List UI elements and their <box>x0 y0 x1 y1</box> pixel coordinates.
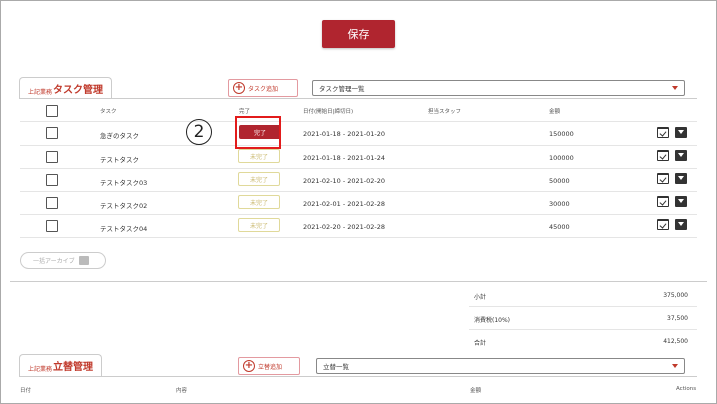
row-divider <box>20 237 697 238</box>
header-task: タスク <box>100 109 117 115</box>
task-date: 2021-02-10 - 2021-02-20 <box>303 177 386 185</box>
header-staff: 担当スタッフ <box>428 109 462 115</box>
row-checkbox[interactable] <box>46 220 58 232</box>
task-date: 2021-01-18 - 2021-01-20 <box>303 130 386 138</box>
tax-label: 消費税(10%) <box>474 317 511 324</box>
task-amount: 50000 <box>549 177 570 185</box>
archive-box-icon[interactable] <box>675 127 687 138</box>
archive-box-icon[interactable] <box>675 150 687 161</box>
section-divider <box>19 376 697 377</box>
caret-down-icon <box>672 86 678 90</box>
archive-box-icon <box>78 256 89 265</box>
add-expense-button[interactable]: + 立替追加 <box>238 357 300 375</box>
row-divider <box>20 145 697 146</box>
task-name: テストタスク <box>100 156 139 164</box>
row-divider <box>20 168 697 169</box>
section-divider <box>19 98 697 99</box>
task-amount: 100000 <box>549 154 574 162</box>
archive-box-icon[interactable] <box>675 173 687 184</box>
row-divider <box>20 191 697 192</box>
header-amount: 金額 <box>549 109 561 115</box>
calendar-check-icon[interactable] <box>657 150 669 161</box>
tax-value: 37,500 <box>667 315 688 322</box>
row-checkbox[interactable] <box>46 151 58 163</box>
summary-row-divider <box>469 329 697 330</box>
archive-box-icon[interactable] <box>675 219 687 230</box>
summary-row-divider <box>469 306 697 307</box>
row-checkbox[interactable] <box>46 127 58 139</box>
status-button[interactable]: 未完了 <box>238 172 280 186</box>
bulk-archive-label: 一括アーカイブ <box>33 258 75 265</box>
task-list-select[interactable]: タスク管理一覧 <box>312 80 685 96</box>
task-amount: 45000 <box>549 223 570 231</box>
select-value: タスク管理一覧 <box>319 85 365 93</box>
task-name: テストタスク02 <box>100 202 148 210</box>
task-amount: 30000 <box>549 200 570 208</box>
bulk-archive-button[interactable]: 一括アーカイブ <box>20 252 106 269</box>
expense-list-select[interactable]: 立替一覧 <box>316 358 685 374</box>
select-all-checkbox[interactable] <box>46 105 58 117</box>
calendar-check-icon[interactable] <box>657 196 669 207</box>
calendar-check-icon[interactable] <box>657 219 669 230</box>
total-label: 合計 <box>474 340 487 347</box>
task-name: 急ぎのタスク <box>100 132 139 140</box>
task-date: 2021-02-20 - 2021-02-28 <box>303 223 386 231</box>
row-divider <box>20 214 697 215</box>
plus-circle-icon: + <box>243 360 255 372</box>
tab-title: 立替管理 <box>53 362 94 373</box>
status-button[interactable]: 未完了 <box>238 195 280 209</box>
archive-box-icon[interactable] <box>675 196 687 207</box>
add-expense-label: 立替追加 <box>258 363 283 371</box>
tab-prefix: 上記業務 <box>28 366 53 373</box>
row-checkbox[interactable] <box>46 197 58 209</box>
task-amount: 150000 <box>549 130 574 138</box>
tab-expense-management[interactable]: 上記業務 立替管理 <box>19 354 103 376</box>
save-button[interactable]: 保存 <box>322 20 395 48</box>
tab-prefix: 上記業務 <box>28 89 53 96</box>
add-task-label: タスク追加 <box>248 85 279 93</box>
add-task-button[interactable]: + タスク追加 <box>228 79 298 97</box>
total-value: 412,500 <box>663 338 688 345</box>
subtotal-value: 375,000 <box>663 292 688 299</box>
plus-circle-icon: + <box>233 82 245 94</box>
calendar-check-icon[interactable] <box>657 173 669 184</box>
task-name: テストタスク04 <box>100 225 148 233</box>
header-done: 完了 <box>239 109 251 115</box>
status-button[interactable]: 未完了 <box>238 149 280 163</box>
header-content: 内容 <box>176 388 188 394</box>
task-name: テストタスク03 <box>100 179 148 187</box>
select-value: 立替一覧 <box>323 363 349 371</box>
header-amount: 金額 <box>470 388 482 394</box>
row-divider <box>20 121 697 122</box>
header-actions: Actions <box>676 386 697 392</box>
task-date: 2021-01-18 - 2021-01-24 <box>303 154 386 162</box>
tab-task-management[interactable]: 上記業務 タスク管理 <box>19 77 113 99</box>
annotation-number: 2 <box>186 119 212 145</box>
status-button[interactable]: 未完了 <box>238 218 280 232</box>
summary-divider <box>10 281 707 282</box>
header-date: 日付(開始日|締切日) <box>303 109 354 115</box>
task-date: 2021-02-01 - 2021-02-28 <box>303 200 386 208</box>
calendar-check-icon[interactable] <box>657 127 669 138</box>
header-date: 日付 <box>20 388 32 394</box>
highlight-box <box>235 116 281 149</box>
row-checkbox[interactable] <box>46 174 58 186</box>
tab-title: タスク管理 <box>53 85 104 96</box>
subtotal-label: 小計 <box>474 294 487 301</box>
caret-down-icon <box>672 364 678 368</box>
